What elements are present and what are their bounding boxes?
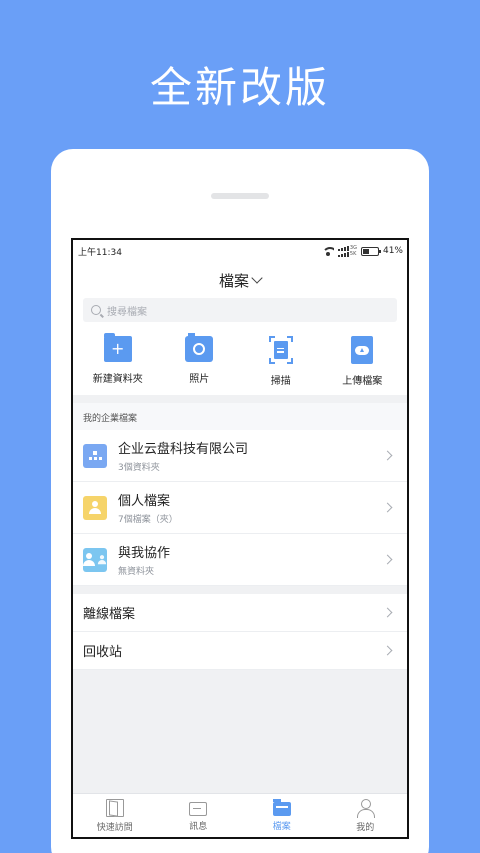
list-item-label: 離線檔案 xyxy=(83,607,136,622)
list-item-subtitle: 7個檔案（夾） xyxy=(118,515,178,525)
upload-button[interactable]: 上傳檔案 xyxy=(327,336,397,387)
new-folder-icon: + xyxy=(103,333,132,362)
network-type: 3G xyxy=(349,244,357,251)
chevron-down-icon xyxy=(251,272,263,284)
search-icon xyxy=(91,305,101,315)
tab-label: 訊息 xyxy=(189,821,208,832)
list-item-subtitle: 3個資料夾 xyxy=(118,463,160,473)
collaborate-icon xyxy=(82,547,107,572)
list-item-title: 企业云盘科技有限公司 xyxy=(118,442,249,457)
list-item-label: 回收站 xyxy=(83,645,123,660)
list-item-company[interactable]: 企业云盘科技有限公司 3個資料夾 xyxy=(73,430,407,482)
quick-action-label: 掃描 xyxy=(270,376,291,387)
signal-icon: 3G 5K xyxy=(337,244,357,257)
chevron-right-icon xyxy=(382,607,393,618)
app-screen: 上午11:34 3G 5K 41% 檔案 搜尋檔案 + 新建資料夾 照片 掃描 … xyxy=(71,238,409,839)
page-title: 檔案 xyxy=(218,271,249,290)
list-item-collaborate[interactable]: 與我協作 無資料夾 xyxy=(73,534,407,586)
new-folder-button[interactable]: + 新建資料夾 xyxy=(83,333,153,387)
chevron-right-icon xyxy=(382,554,393,565)
chevron-right-icon xyxy=(382,645,393,656)
quick-action-label: 上傳檔案 xyxy=(342,376,383,387)
list-item-title: 與我協作 xyxy=(118,546,171,561)
search-placeholder: 搜尋檔案 xyxy=(107,306,147,318)
chevron-right-icon xyxy=(382,450,393,461)
scan-button[interactable]: 掃描 xyxy=(246,336,316,387)
headline: 全新改版 xyxy=(149,63,330,112)
quick-action-label: 照片 xyxy=(189,374,210,385)
status-time: 上午11:34 xyxy=(78,247,122,258)
profile-icon xyxy=(356,798,376,818)
divider xyxy=(73,395,407,403)
tab-label: 快速訪問 xyxy=(96,822,133,833)
recycle-bin-item[interactable]: 回收站 xyxy=(73,632,407,670)
list-item-title: 個人檔案 xyxy=(118,494,171,509)
photo-button[interactable]: 照片 xyxy=(164,333,234,387)
quick-action-label: 新建資料夾 xyxy=(92,374,143,385)
status-indicators: 3G 5K 41% xyxy=(321,244,403,257)
upload-icon xyxy=(351,336,374,364)
list-item-personal[interactable]: 個人檔案 7個檔案（夾） xyxy=(73,482,407,534)
tab-label: 檔案 xyxy=(272,822,291,832)
search-input[interactable]: 搜尋檔案 xyxy=(83,298,397,322)
section-title: 我的企業檔案 xyxy=(73,403,407,430)
quick-actions: + 新建資料夾 照片 掃描 上傳檔案 xyxy=(73,328,407,395)
tab-profile[interactable]: 我的 xyxy=(330,798,400,833)
list-item-subtitle: 無資料夾 xyxy=(118,567,155,577)
message-icon xyxy=(189,801,208,816)
phone-frame: 上午11:34 3G 5K 41% 檔案 搜尋檔案 + 新建資料夾 照片 掃描 … xyxy=(51,149,429,853)
person-icon xyxy=(83,495,107,520)
door-icon xyxy=(105,798,124,817)
tab-quick-access[interactable]: 快速訪問 xyxy=(80,798,150,833)
tab-files[interactable]: 檔案 xyxy=(247,799,317,832)
battery-icon xyxy=(360,246,381,256)
bottom-tab-bar: 快速訪問 訊息 檔案 我的 xyxy=(73,793,407,837)
camera-icon xyxy=(185,333,214,362)
offline-files-item[interactable]: 離線檔案 xyxy=(73,594,407,632)
status-bar: 上午11:34 3G 5K 41% xyxy=(73,240,407,262)
org-icon xyxy=(83,443,107,468)
wifi-icon xyxy=(321,246,334,256)
tab-messages[interactable]: 訊息 xyxy=(163,800,233,832)
network-speed: 5K xyxy=(349,250,357,257)
battery-percent: 41% xyxy=(382,246,403,256)
scan-icon xyxy=(268,336,293,364)
phone-speaker xyxy=(211,193,269,199)
search-bar: 搜尋檔案 xyxy=(73,298,407,328)
divider xyxy=(73,586,407,594)
title-dropdown[interactable]: 檔案 xyxy=(73,262,407,298)
files-icon xyxy=(272,799,291,816)
chevron-right-icon xyxy=(382,502,393,513)
tab-label: 我的 xyxy=(356,822,375,833)
